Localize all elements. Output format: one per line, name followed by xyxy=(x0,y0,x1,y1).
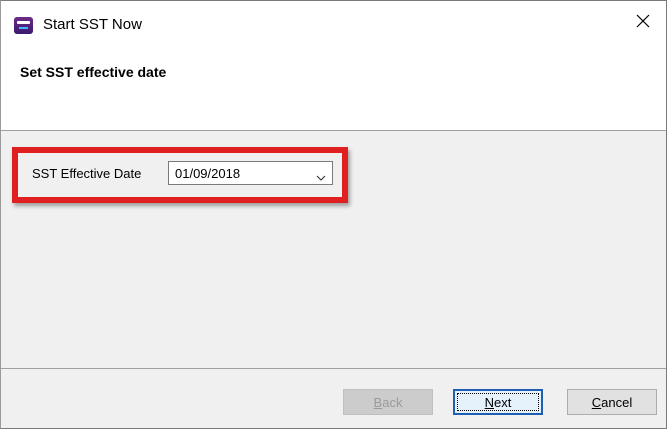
next-button-label: ext xyxy=(494,394,512,410)
window-title: Start SST Now xyxy=(43,16,142,33)
chevron-down-icon[interactable] xyxy=(316,169,326,187)
back-button[interactable]: Back xyxy=(343,389,433,415)
back-button-mnemonic: B xyxy=(373,394,383,410)
page-title: Set SST effective date xyxy=(20,64,167,80)
next-button-mnemonic: N xyxy=(484,394,495,410)
app-logo-icon xyxy=(14,17,33,34)
close-icon xyxy=(636,14,650,28)
close-button[interactable] xyxy=(620,3,666,39)
wizard-footer: Back Next Cancel xyxy=(1,369,666,428)
effective-date-label: SST Effective Date xyxy=(32,166,142,181)
dialog-window: Start SST Now Set SST effective date SST… xyxy=(0,0,667,429)
wizard-header: Set SST effective date xyxy=(1,41,666,130)
cancel-button-mnemonic: C xyxy=(591,394,602,410)
cancel-button-label: ancel xyxy=(601,394,633,410)
cancel-button[interactable]: Cancel xyxy=(567,389,657,415)
effective-date-value: 01/09/2018 xyxy=(175,166,241,181)
effective-date-picker[interactable]: 01/09/2018 xyxy=(168,161,333,185)
next-button[interactable]: Next xyxy=(453,389,543,415)
back-button-label: ack xyxy=(382,394,403,410)
title-bar[interactable]: Start SST Now xyxy=(1,1,666,41)
wizard-content: SST Effective Date 01/09/2018 xyxy=(1,131,666,368)
